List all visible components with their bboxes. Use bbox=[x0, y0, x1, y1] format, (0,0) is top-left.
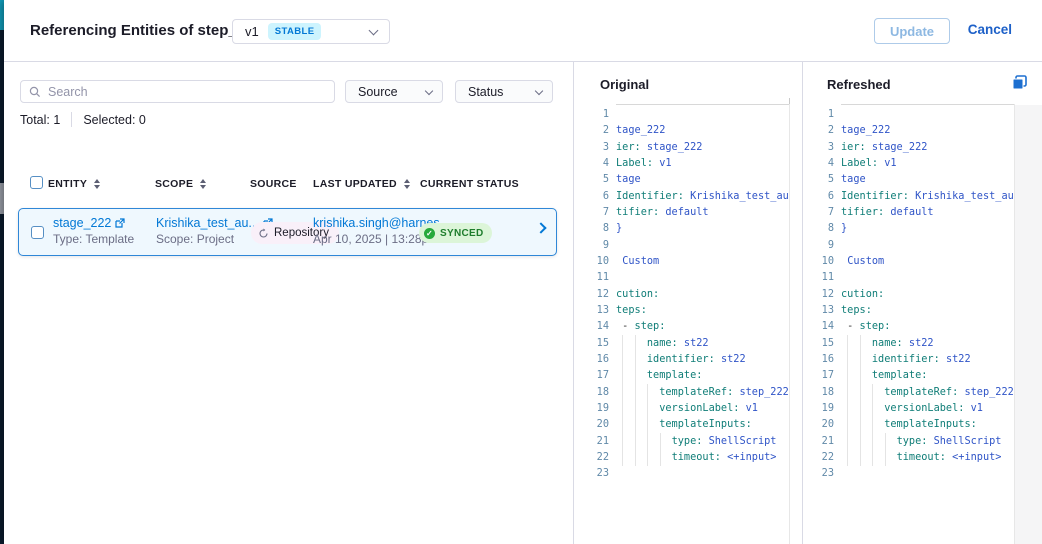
entity-cell: stage_222 Type: Template bbox=[53, 216, 134, 246]
totals-bar: Total: 1 Selected: 0 bbox=[20, 112, 146, 127]
editor-top-border bbox=[841, 104, 1014, 105]
editor-top-border bbox=[616, 104, 789, 105]
version-select[interactable]: v1 STABLE bbox=[232, 19, 390, 44]
editor-right-border bbox=[789, 104, 790, 544]
row-chevron-right-icon[interactable] bbox=[535, 222, 546, 233]
sort-icon[interactable] bbox=[94, 179, 100, 189]
diff-panel-original: Original 1234567891011121314151617181920… bbox=[578, 62, 802, 544]
entity-type: Type: Template bbox=[53, 232, 134, 246]
source-filter-dropdown[interactable]: Source bbox=[345, 80, 443, 103]
row-checkbox[interactable] bbox=[31, 226, 44, 239]
indent-guide bbox=[847, 335, 848, 466]
scope-link[interactable]: Krishika_test_au... bbox=[156, 216, 259, 230]
yaml-diff-area: Original 1234567891011121314151617181920… bbox=[578, 62, 1042, 544]
chevron-down-icon bbox=[425, 87, 433, 95]
entity-link[interactable]: stage_222 bbox=[53, 216, 111, 230]
search-icon bbox=[29, 86, 41, 98]
status-badge: ✓ SYNCED bbox=[419, 223, 492, 243]
stable-badge: STABLE bbox=[268, 23, 322, 40]
table-row[interactable]: stage_222 Type: Template Krishika_test_a… bbox=[18, 208, 557, 256]
line-numbers: 1234567891011121314151617181920212223 bbox=[578, 106, 609, 482]
column-header-source: SOURCE bbox=[250, 178, 297, 190]
editor-margin-strip bbox=[1015, 105, 1042, 544]
divider bbox=[71, 112, 72, 127]
indent-guide bbox=[622, 335, 623, 466]
chevron-down-icon bbox=[369, 26, 379, 36]
column-header-last-updated[interactable]: LAST UPDATED bbox=[313, 178, 410, 190]
column-header-current-status: CURRENT STATUS bbox=[420, 178, 519, 190]
indent-guide bbox=[860, 335, 861, 466]
line-numbers: 1234567891011121314151617181920212223 bbox=[803, 106, 834, 482]
column-header-entity[interactable]: ENTITY bbox=[48, 178, 100, 190]
indent-guide bbox=[647, 384, 648, 466]
cancel-button[interactable]: Cancel bbox=[968, 22, 1012, 37]
check-circle-icon: ✓ bbox=[424, 228, 435, 239]
original-title: Original bbox=[600, 77, 649, 92]
referencing-entities-modal: Referencing Entities of step_222 v1 STAB… bbox=[0, 0, 1042, 544]
indent-guide bbox=[635, 335, 636, 466]
modal-header: Referencing Entities of step_222 v1 STAB… bbox=[4, 0, 1042, 62]
refreshed-title: Refreshed bbox=[827, 77, 891, 92]
copy-icon[interactable] bbox=[1011, 73, 1029, 91]
search-placeholder: Search bbox=[48, 85, 88, 99]
sort-icon[interactable] bbox=[200, 179, 206, 189]
yaml-code-original[interactable]: template: name: stage_222 identifier: st… bbox=[616, 106, 789, 482]
column-header-scope[interactable]: SCOPE bbox=[155, 178, 206, 190]
yaml-code-refreshed[interactable]: template: name: stage_222 identifier: st… bbox=[841, 106, 1014, 482]
status-filter-label: Status bbox=[468, 85, 503, 99]
selected-count: Selected: 0 bbox=[83, 113, 146, 127]
table-header: ENTITY SCOPE SOURCE LAST UPDATED CURRENT… bbox=[4, 174, 574, 196]
indent-guide bbox=[660, 433, 661, 466]
sort-icon[interactable] bbox=[404, 179, 410, 189]
chevron-down-icon bbox=[535, 87, 543, 95]
modal-container: Referencing Entities of step_222 v1 STAB… bbox=[4, 0, 1042, 544]
search-input[interactable]: Search bbox=[20, 80, 335, 103]
external-link-icon[interactable] bbox=[115, 218, 125, 228]
select-all-checkbox[interactable] bbox=[30, 176, 43, 189]
indent-guide bbox=[885, 433, 886, 466]
source-filter-label: Source bbox=[358, 85, 398, 99]
total-count: Total: 1 bbox=[20, 113, 60, 127]
diff-panel-refreshed: Refreshed 123456789101112131415161718192… bbox=[802, 62, 1042, 544]
version-value: v1 bbox=[245, 24, 259, 39]
page-title: Referencing Entities of step_222 bbox=[30, 22, 262, 39]
update-button[interactable]: Update bbox=[874, 18, 950, 44]
status-filter-dropdown[interactable]: Status bbox=[455, 80, 553, 103]
entities-pane: Search Source Status Total: 1 Selected: … bbox=[4, 62, 574, 544]
indent-guide bbox=[872, 384, 873, 466]
repository-sync-icon bbox=[258, 228, 269, 239]
